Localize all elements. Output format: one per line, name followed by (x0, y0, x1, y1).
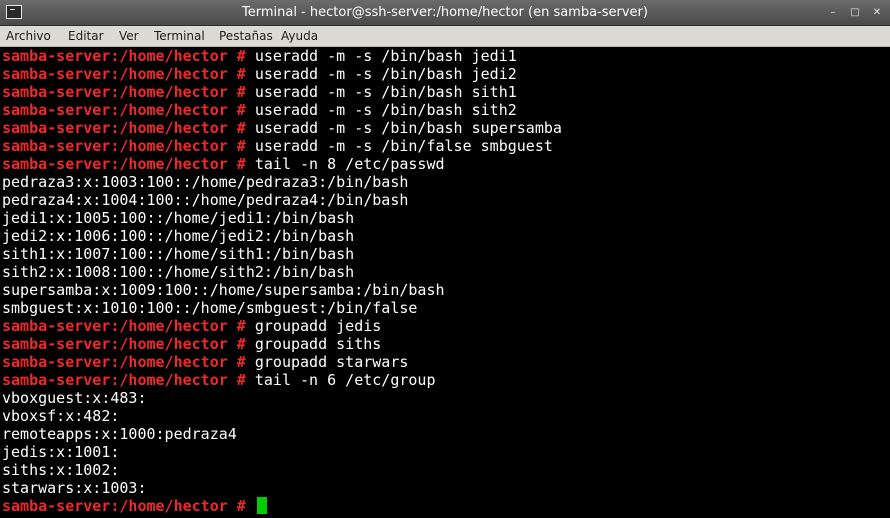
maximize-icon[interactable]: □ (848, 6, 862, 20)
window-title: Terminal - hector@ssh-server:/home/hecto… (242, 5, 648, 20)
output-line: siths:x:1002: (2, 461, 120, 479)
command-text: groupadd siths (254, 335, 382, 353)
command-text: groupadd starwars (254, 353, 409, 371)
title-bar[interactable]: Terminal - hector@ssh-server:/home/hecto… (0, 0, 890, 26)
menu-pestanas[interactable]: Pestañas (219, 28, 273, 44)
command-line: samba-server:/home/hector # useradd -m -… (2, 65, 517, 83)
shell-prompt: samba-server:/home/hector # (2, 83, 246, 101)
command-line: samba-server:/home/hector # useradd -m -… (2, 47, 517, 65)
terminal-output[interactable]: samba-server:/home/hector # useradd -m -… (0, 47, 890, 518)
text-cursor (256, 497, 267, 514)
command-text: groupadd jedis (254, 317, 382, 335)
shell-prompt: samba-server:/home/hector # (2, 47, 246, 65)
shell-prompt: samba-server:/home/hector # (2, 353, 246, 371)
shell-prompt: samba-server:/home/hector # (2, 119, 246, 137)
output-line: starwars:x:1003: (2, 479, 147, 497)
menu-ver[interactable]: Ver (119, 28, 139, 44)
menu-archivo[interactable]: Archivo (6, 28, 51, 44)
command-text: tail -n 8 /etc/passwd (254, 155, 445, 173)
command-text: useradd -m -s /bin/bash sith1 (254, 83, 517, 101)
output-line: jedi1:x:1005:100::/home/jedi1:/bin/bash (2, 209, 355, 227)
output-line: vboxsf:x:482: (2, 407, 120, 425)
output-line: smbguest:x:1010:100::/home/smbguest:/bin… (2, 299, 418, 317)
terminal-window: Terminal - hector@ssh-server:/home/hecto… (0, 0, 890, 518)
menu-terminal[interactable]: Terminal (154, 28, 205, 44)
active-prompt-line: samba-server:/home/hector # (2, 497, 267, 515)
command-line: samba-server:/home/hector # tail -n 8 /e… (2, 155, 445, 173)
command-text: useradd -m -s /bin/bash supersamba (254, 119, 562, 137)
shell-prompt: samba-server:/home/hector # (2, 335, 246, 353)
output-line: sith1:x:1007:100::/home/sith1:/bin/bash (2, 245, 355, 263)
command-line: samba-server:/home/hector # groupadd sta… (2, 353, 408, 371)
command-line: samba-server:/home/hector # useradd -m -… (2, 83, 517, 101)
shell-prompt: samba-server:/home/hector # (2, 101, 246, 119)
command-line: samba-server:/home/hector # groupadd sit… (2, 335, 381, 353)
output-line: pedraza3:x:1003:100::/home/pedraza3:/bin… (2, 173, 409, 191)
menu-ayuda[interactable]: Ayuda (281, 28, 318, 44)
close-icon[interactable]: ✕ (870, 6, 884, 20)
output-line: supersamba:x:1009:100::/home/supersamba:… (2, 281, 445, 299)
command-text: useradd -m -s /bin/bash jedi2 (254, 65, 517, 83)
shell-prompt: samba-server:/home/hector # (2, 65, 246, 83)
command-line: samba-server:/home/hector # groupadd jed… (2, 317, 381, 335)
command-line: samba-server:/home/hector # useradd -m -… (2, 101, 517, 119)
command-text: tail -n 6 /etc/group (254, 371, 436, 389)
menu-editar[interactable]: Editar (68, 28, 104, 44)
shell-prompt: samba-server:/home/hector # (2, 155, 246, 173)
output-line: pedraza4:x:1004:100::/home/pedraza4:/bin… (2, 191, 409, 209)
shell-prompt: samba-server:/home/hector # (2, 317, 246, 335)
output-line: sith2:x:1008:100::/home/sith2:/bin/bash (2, 263, 355, 281)
shell-prompt: samba-server:/home/hector # (2, 371, 246, 389)
shell-prompt: samba-server:/home/hector # (2, 137, 246, 155)
output-line: jedi2:x:1006:100::/home/jedi2:/bin/bash (2, 227, 355, 245)
command-text: useradd -m -s /bin/bash jedi1 (254, 47, 517, 65)
output-line: vboxguest:x:483: (2, 389, 147, 407)
command-line: samba-server:/home/hector # useradd -m -… (2, 137, 553, 155)
minimize-icon[interactable]: – (826, 6, 840, 20)
shell-prompt: samba-server:/home/hector # (2, 497, 246, 515)
menu-bar: Archivo Editar Ver Terminal Pestañas Ayu… (0, 26, 890, 47)
command-line: samba-server:/home/hector # tail -n 6 /e… (2, 371, 436, 389)
output-line: jedis:x:1001: (2, 443, 120, 461)
output-line: remoteapps:x:1000:pedraza4 (2, 425, 237, 443)
command-line: samba-server:/home/hector # useradd -m -… (2, 119, 562, 137)
command-text: useradd -m -s /bin/bash sith2 (254, 101, 517, 119)
command-text: useradd -m -s /bin/false smbguest (254, 137, 553, 155)
